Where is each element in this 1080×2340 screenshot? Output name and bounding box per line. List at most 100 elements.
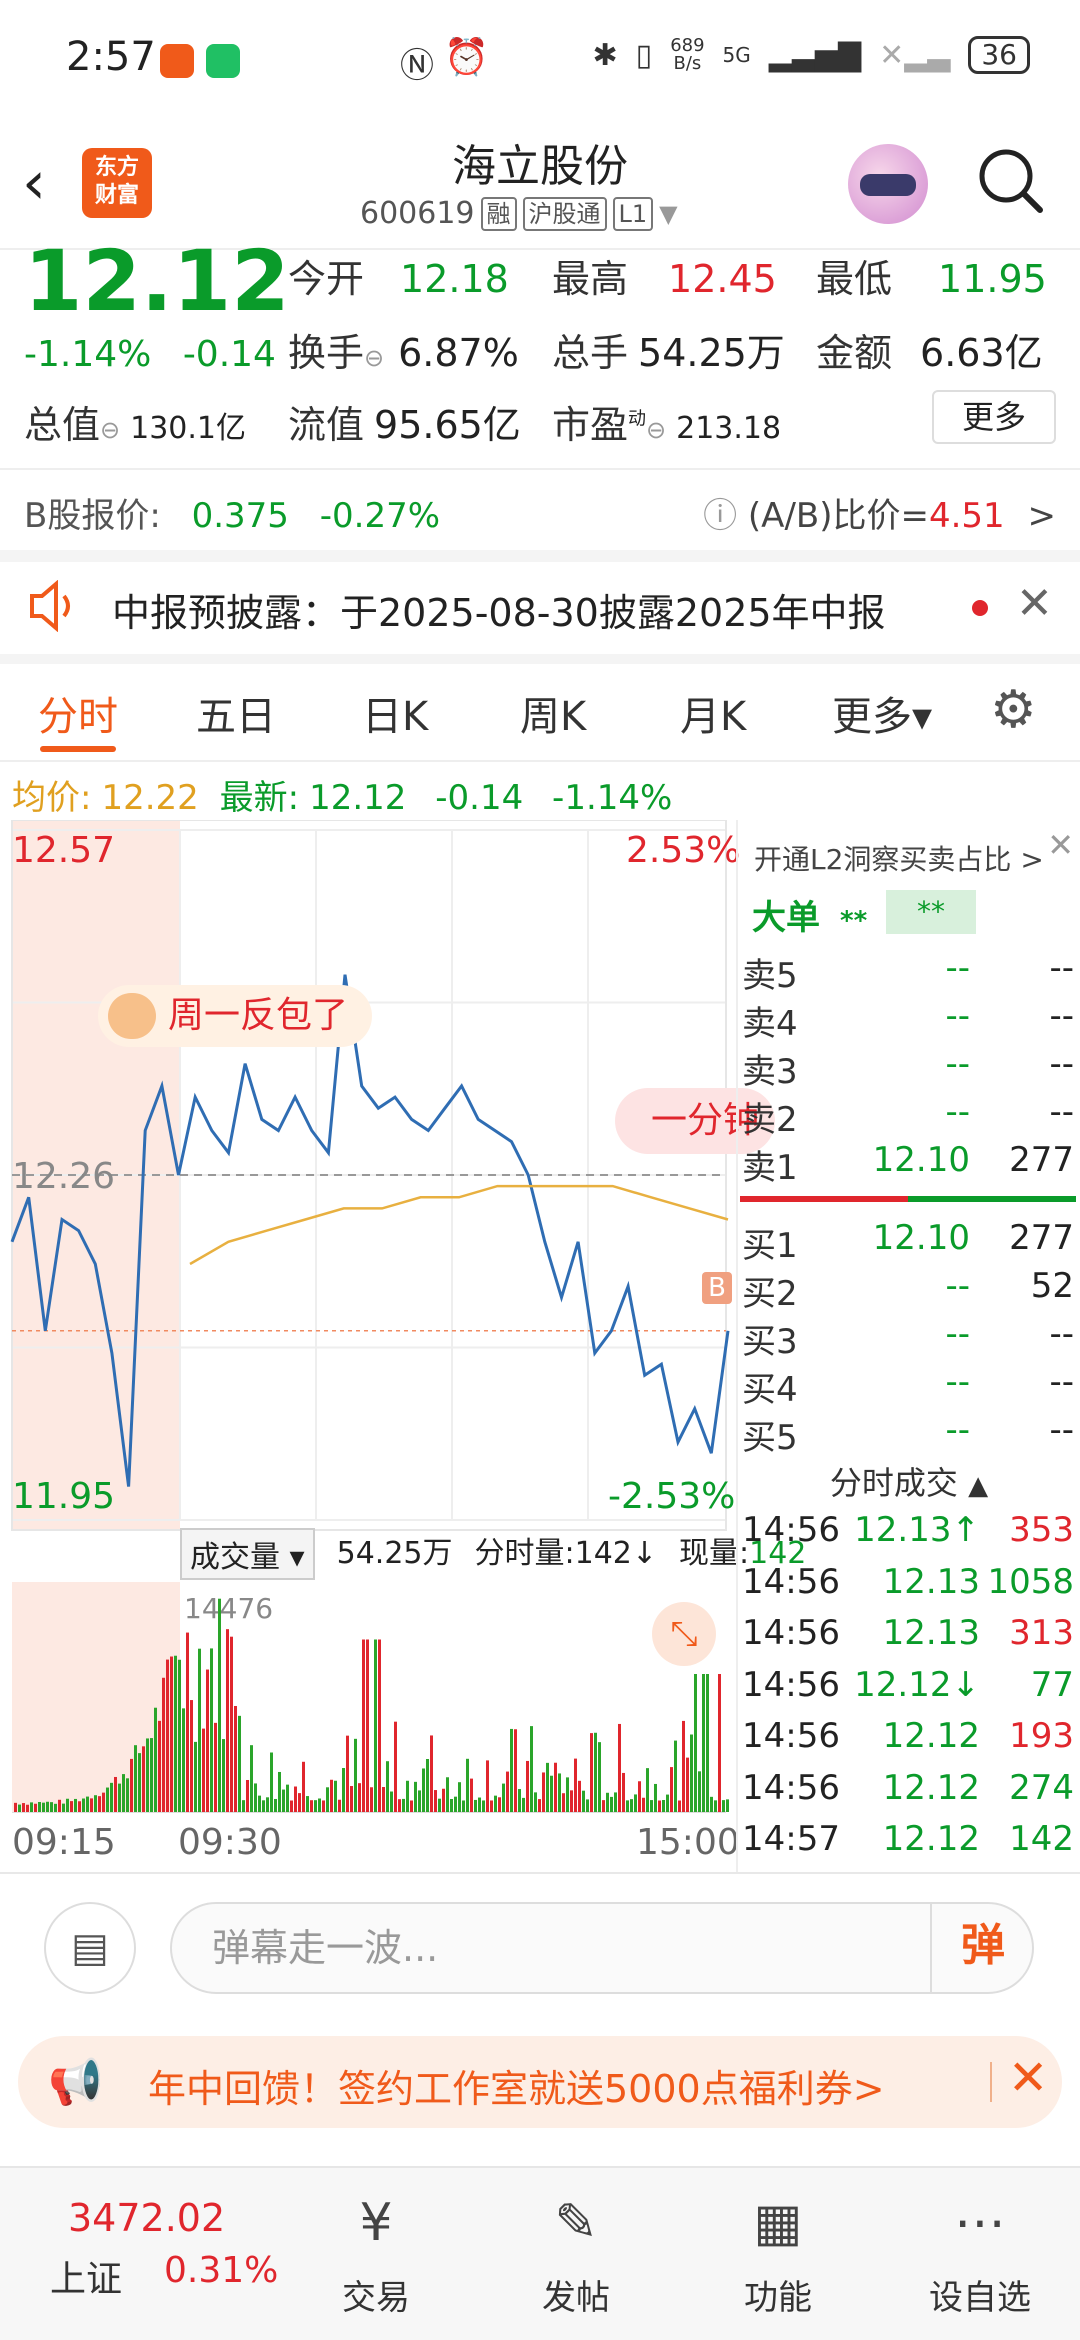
danmu-input[interactable]: 弹幕走一波... xyxy=(170,1902,1034,1994)
volume-bar xyxy=(394,1721,397,1812)
volume-bar xyxy=(230,1636,233,1812)
volume-bar xyxy=(242,1800,245,1812)
close-icon[interactable]: ✕ xyxy=(1016,578,1053,629)
grid-icon: ▦ xyxy=(753,2193,803,2253)
gear-icon[interactable]: ⚙ xyxy=(990,680,1037,740)
volume-bar xyxy=(314,1800,317,1812)
trade-row: 14:56 12.12 193 xyxy=(742,1716,1074,1756)
ask-row: 卖5 -- -- xyxy=(742,948,1074,996)
volume-bar xyxy=(254,1783,257,1812)
volume-bar xyxy=(202,1728,205,1812)
nav-watchlist[interactable]: ⋯ 设自选 xyxy=(910,2186,1050,2319)
tab-intraday[interactable]: 分时 xyxy=(38,684,118,742)
volume-bar xyxy=(522,1797,525,1812)
volume-bar xyxy=(434,1790,437,1812)
volume-bar xyxy=(506,1771,509,1812)
volume-bar xyxy=(406,1780,409,1812)
volume-bar xyxy=(422,1768,425,1812)
volume-bar xyxy=(194,1741,197,1812)
y-mid-label: 12.26 xyxy=(12,1156,116,1197)
l2-promo-link[interactable]: 开通L2洞察买卖占比 > xyxy=(754,838,1044,878)
y-low-label: 11.95 xyxy=(12,1476,116,1517)
buy-marker[interactable]: B xyxy=(702,1272,732,1304)
trades-title[interactable]: 分时成交 ▲ xyxy=(738,1458,1080,1504)
nav-post[interactable]: ✎ 发帖 xyxy=(506,2186,646,2319)
volume-bar xyxy=(158,1720,161,1812)
bid-ask-ratio-bar xyxy=(740,1196,1076,1202)
volume-bar xyxy=(414,1781,417,1812)
trade-row: 14:56 12.13↑ 353 xyxy=(742,1510,1074,1550)
tab-5day[interactable]: 五日 xyxy=(196,684,276,742)
ask-row: 卖3 -- -- xyxy=(742,1044,1074,1092)
y-high-label: 12.57 xyxy=(12,830,116,871)
volume-bar xyxy=(566,1777,569,1812)
signal2-icon: ✕▂▃ xyxy=(879,37,951,73)
volume-bar xyxy=(94,1795,97,1812)
close-icon[interactable]: ✕ xyxy=(1047,826,1074,864)
speaker-icon xyxy=(30,580,70,632)
search-icon[interactable] xyxy=(976,146,1044,214)
volume-total: 54.25万 xyxy=(336,1536,453,1571)
expand-icon[interactable]: ⤡ xyxy=(652,1602,716,1666)
volume-bar xyxy=(666,1794,669,1812)
info-icon: ⊖ xyxy=(364,344,385,372)
assistant-robot-icon[interactable] xyxy=(848,144,928,224)
volume-selector[interactable]: 成交量 ▾ xyxy=(180,1528,315,1580)
volume-bar xyxy=(46,1801,49,1812)
volume-bar xyxy=(450,1799,453,1812)
nav-functions[interactable]: ▦ 功能 xyxy=(708,2186,848,2319)
volume-bar xyxy=(610,1796,613,1812)
bid-row: 买3 -- -- xyxy=(742,1314,1074,1362)
more-button[interactable]: 更多 xyxy=(932,390,1056,444)
yen-icon: ¥ xyxy=(359,2193,393,2253)
battery-indicator: 36 xyxy=(968,36,1030,74)
send-danmu-button[interactable]: 弹 xyxy=(930,1902,1034,1994)
ab-ratio[interactable]: ⓘ (A/B)比价=4.51 > xyxy=(703,488,1056,537)
danmu-bubble[interactable]: 周一反包了 xyxy=(98,985,373,1047)
volume-bar xyxy=(266,1797,269,1812)
volume-bar xyxy=(238,1715,241,1812)
notice-banner[interactable]: 中报预披露：于2025-08-30披露2025年中报 ✕ xyxy=(0,558,1080,654)
stock-code-line[interactable]: 600619 融 沪股通 L1 ▼ xyxy=(360,196,678,231)
close-icon[interactable]: ✕ xyxy=(1008,2050,1048,2106)
volume-bar xyxy=(86,1796,89,1812)
volume-bar xyxy=(178,1659,181,1812)
volume-bar xyxy=(30,1802,33,1812)
more-dots-icon: ⋯ xyxy=(954,2193,1006,2253)
volume-bar xyxy=(138,1753,141,1812)
volume-bar xyxy=(550,1775,553,1812)
index-value: 3472.02 xyxy=(68,2196,226,2240)
stock-code: 600619 xyxy=(360,196,475,231)
intraday-chart[interactable] xyxy=(0,820,738,1870)
bottom-nav: 3472.02 上证 0.31% ¥ 交易 ✎ 发帖 ▦ 功能 ⋯ 设自选 xyxy=(0,2166,1080,2340)
open-field: 今开 12.18 xyxy=(288,257,509,301)
tab-weekly-k[interactable]: 周K xyxy=(520,684,586,742)
nav-trade[interactable]: ¥ 交易 xyxy=(306,2186,446,2319)
volume-bar xyxy=(426,1759,429,1812)
promo-banner[interactable]: 📢 年中回馈！签约工作室就送5000点福利券> ✕ xyxy=(18,2036,1062,2128)
volume-bar xyxy=(342,1768,345,1812)
cow-avatar-icon xyxy=(108,993,156,1039)
tab-daily-k[interactable]: 日K xyxy=(362,684,428,742)
volume-bar xyxy=(206,1669,209,1812)
unread-dot xyxy=(972,600,988,616)
tab-monthly-k[interactable]: 月K xyxy=(680,684,746,742)
volume-bar xyxy=(350,1786,353,1812)
volume-bar xyxy=(494,1795,497,1812)
volume-bar xyxy=(694,1674,697,1812)
volume-bar xyxy=(198,1648,201,1812)
comment-settings-icon[interactable]: ▤ xyxy=(44,1902,136,1994)
volume-bar xyxy=(274,1798,277,1812)
edit-icon: ✎ xyxy=(554,2193,598,2253)
status-bar: 2:57 Ⓝ ⏰ ✱ ▯ 689 B/s 5G ▂▃▅▇ ✕▂▃ 36 xyxy=(0,0,1080,120)
tab-more[interactable]: 更多▾ xyxy=(832,684,932,742)
volume-bar xyxy=(410,1800,413,1812)
volume-bar xyxy=(378,1639,381,1812)
change-percent: -1.14% xyxy=(24,334,152,375)
pe-field: 市盈动⊖ 213.18 xyxy=(552,403,782,447)
volume-bar xyxy=(306,1796,309,1812)
volume-bar xyxy=(366,1639,369,1812)
volume-bar xyxy=(614,1792,617,1812)
volume-bar xyxy=(586,1799,589,1812)
b-share-line: B股报价: 0.375 -0.27% xyxy=(24,496,441,536)
